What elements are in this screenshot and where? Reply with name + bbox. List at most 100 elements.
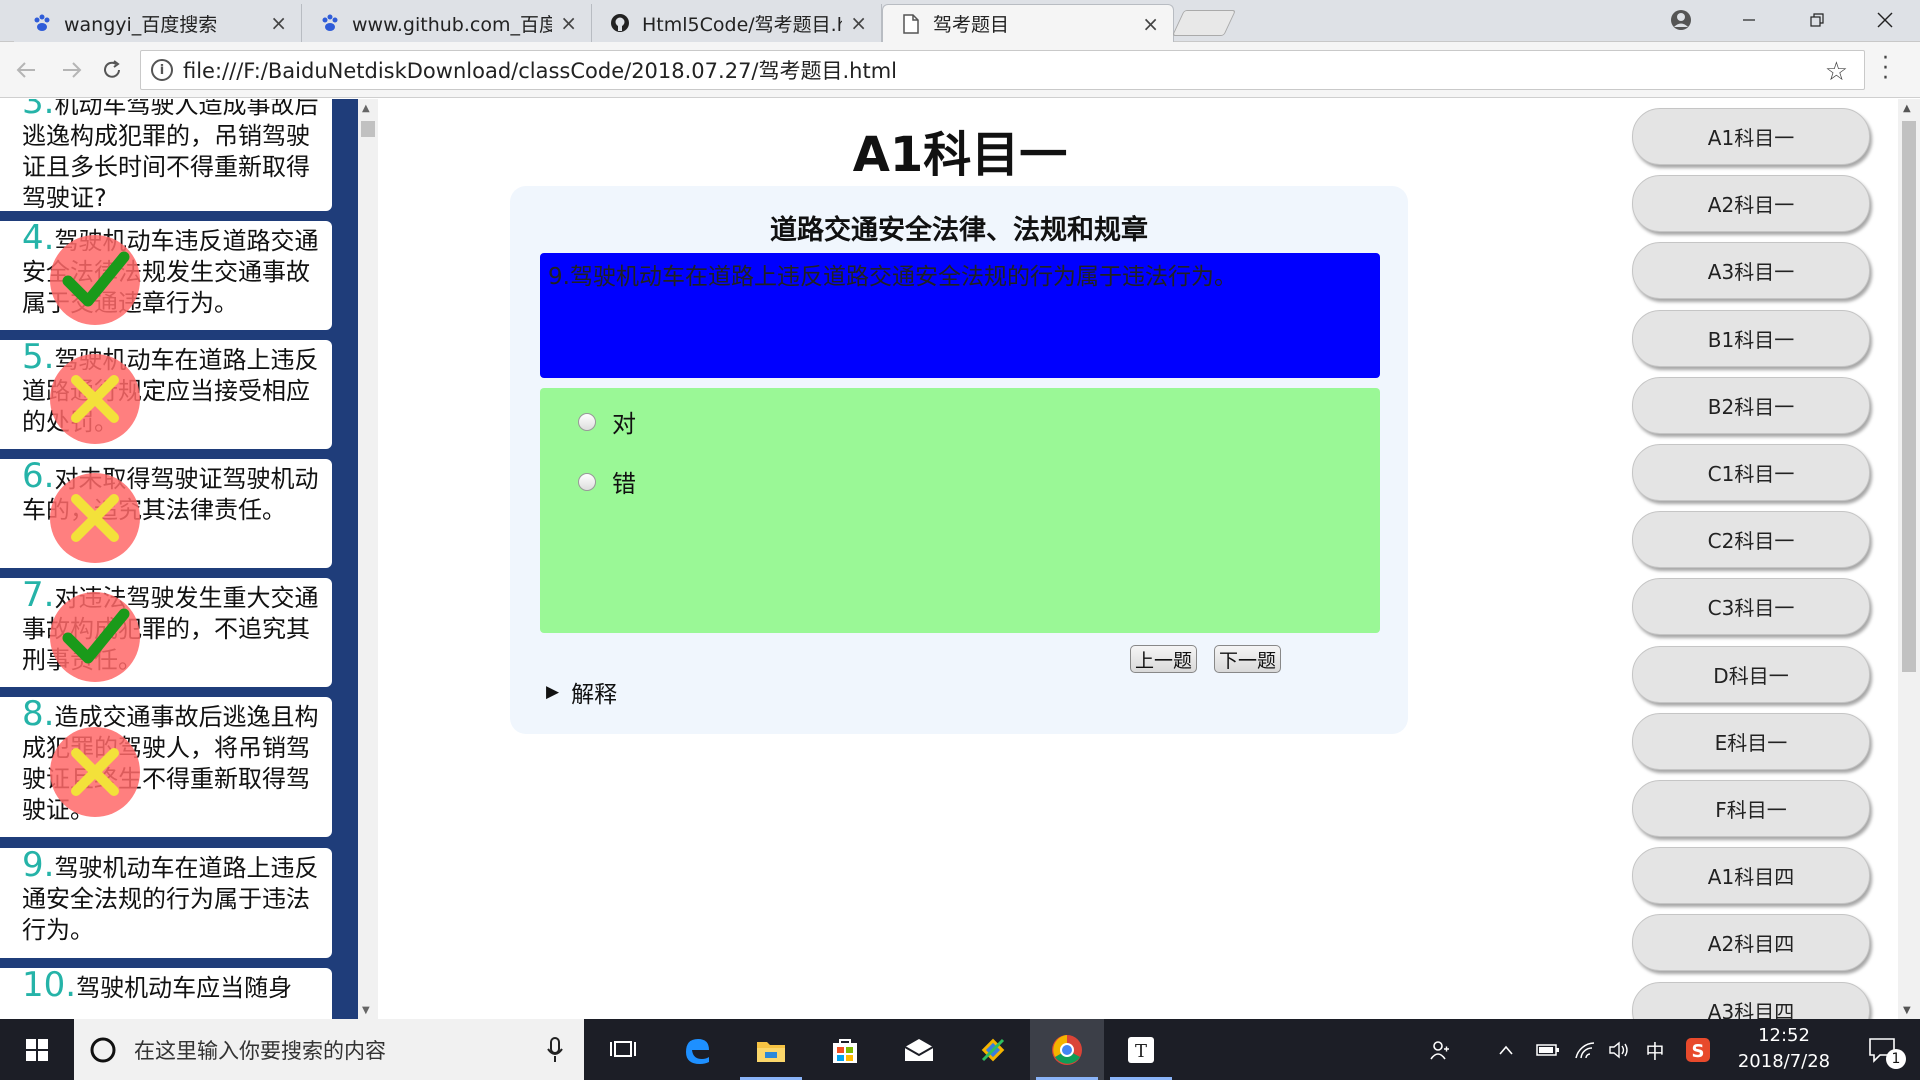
wifi-icon[interactable]: [1568, 1019, 1602, 1080]
chevron-up-icon[interactable]: [1490, 1019, 1522, 1080]
close-tab-icon[interactable]: ×: [850, 11, 867, 35]
option-label: 错: [612, 470, 636, 498]
volume-icon[interactable]: [1602, 1019, 1636, 1080]
category-button[interactable]: B1科目一: [1632, 310, 1870, 367]
reload-icon[interactable]: [94, 52, 130, 88]
notification-count-badge: 1: [1886, 1049, 1906, 1069]
category-button[interactable]: E科目一: [1632, 713, 1870, 770]
prev-question-button[interactable]: 上一题: [1130, 645, 1198, 673]
close-tab-icon[interactable]: ×: [1142, 12, 1159, 36]
browser-menu-icon[interactable]: · · ·: [1882, 48, 1889, 90]
tab-github-search[interactable]: www.github.com_百度搜 ×: [302, 4, 592, 42]
category-button[interactable]: A3科目四: [1632, 982, 1870, 1019]
baidu-paw-icon: [320, 13, 340, 33]
edge-browser-icon[interactable]: [660, 1019, 734, 1080]
option-false[interactable]: 错: [578, 464, 636, 499]
scrollbar-thumb[interactable]: [361, 121, 375, 137]
cortana-circle-icon: [90, 1037, 116, 1062]
forward-arrow-icon[interactable]: [54, 52, 90, 88]
category-button[interactable]: A1科目四: [1632, 847, 1870, 904]
url-text: file:///F:/BaiduNetdiskDownload/classCod…: [183, 59, 898, 83]
category-button[interactable]: F科目一: [1632, 780, 1870, 837]
answer-options: 对 错: [540, 388, 1380, 633]
notification-center-icon[interactable]: 1: [1852, 1019, 1912, 1080]
question-list-item[interactable]: 10.驾驶机动车应当随身: [0, 968, 332, 1019]
bookmark-star-icon[interactable]: ☆: [1825, 57, 1848, 87]
question-list-item[interactable]: 4.驾驶机动车违反道路交通安全法律法规发生交通事故属于交通违章行为。: [0, 221, 332, 330]
category-button[interactable]: A2科目一: [1632, 175, 1870, 232]
close-tab-icon[interactable]: ×: [270, 11, 287, 35]
category-button[interactable]: A1科目一: [1632, 108, 1870, 165]
category-button[interactable]: B2科目一: [1632, 377, 1870, 434]
question-list-panel: 3.机动车驾驶人造成事故后逃逸构成犯罪的，吊销驾驶证且多长时间不得重新取得驾驶证…: [0, 99, 358, 1019]
profile-icon[interactable]: [1646, 0, 1716, 40]
question-list-item[interactable]: 3.机动车驾驶人造成事故后逃逸构成犯罪的，吊销驾驶证且多长时间不得重新取得驾驶证…: [0, 99, 332, 212]
microphone-icon[interactable]: [546, 1036, 564, 1063]
tab-title: www.github.com_百度搜: [352, 13, 553, 36]
radio-button[interactable]: [578, 412, 596, 431]
tab-github-repo[interactable]: Html5Code/驾考题目.ht ×: [592, 4, 882, 42]
tab-title: 驾考题目: [933, 14, 1010, 36]
page-title: A1科目一: [852, 127, 1068, 183]
question-number: 10.: [22, 965, 77, 1005]
scroll-down-arrow-icon[interactable]: ▼: [362, 1005, 370, 1016]
tab-wangyi-search[interactable]: wangyi_百度搜索 ×: [14, 4, 302, 42]
question-list-item[interactable]: 9.驾驶机动车在道路上违反通安全法规的行为属于违法行为。: [0, 848, 332, 958]
restore-icon[interactable]: [1782, 0, 1852, 40]
next-question-button[interactable]: 下一题: [1214, 645, 1282, 673]
scrollbar-thumb[interactable]: [1902, 121, 1916, 672]
close-tab-icon[interactable]: ×: [560, 11, 577, 35]
wrong-cross-icon: [50, 354, 140, 444]
radio-button[interactable]: [578, 472, 596, 491]
question-list-item[interactable]: 6.对未取得驾驶证驾驶机动车的，追究其法律责任。: [0, 459, 332, 568]
category-button[interactable]: A2科目四: [1632, 914, 1870, 971]
mail-icon[interactable]: [882, 1019, 956, 1080]
people-icon[interactable]: [1420, 1019, 1460, 1080]
category-button[interactable]: A3科目一: [1632, 242, 1870, 299]
category-button[interactable]: C1科目一: [1632, 444, 1870, 501]
ime-indicator[interactable]: 中: [1638, 1037, 1672, 1064]
typora-icon[interactable]: T: [1104, 1019, 1178, 1080]
scroll-up-arrow-icon[interactable]: ▲: [362, 103, 370, 114]
question-list-item[interactable]: 5.驾驶机动车在道路上违反道路通行规定应当接受相应的处罚。: [0, 340, 332, 449]
question-text: 驾驶机动车在道路上违反通安全法规的行为属于违法行为。: [22, 854, 319, 944]
question-text: 驾驶机动车应当随身: [76, 974, 293, 1002]
question-list-item[interactable]: 8.造成交通事故后逃逸且构成犯罪的驾驶人，将吊销驾驶证且终生不得重新取得驾驶证。: [0, 697, 332, 837]
windows-taskbar: 在这里输入你要搜索的内容 T 中 S 12:52 2018/7/28 1: [0, 1019, 1920, 1080]
tab-jiakao-active[interactable]: 驾考题目 ×: [882, 4, 1174, 42]
question-number: 3.: [22, 99, 55, 122]
scroll-down-arrow-icon[interactable]: ▼: [1903, 1005, 1911, 1016]
scroll-up-arrow-icon[interactable]: ▲: [1903, 103, 1911, 114]
battery-icon[interactable]: [1528, 1019, 1568, 1080]
question-list-item[interactable]: 7.对违法驾驶发生重大交通事故构成犯罪的，不追究其刑事责任。: [0, 578, 332, 687]
close-window-icon[interactable]: [1850, 0, 1920, 40]
page-scrollbar[interactable]: ▲ ▼: [1898, 99, 1920, 1019]
clock-time[interactable]: 12:52: [1724, 1025, 1844, 1046]
minimize-icon[interactable]: [1714, 0, 1784, 40]
option-true[interactable]: 对: [578, 404, 636, 439]
category-button[interactable]: C2科目一: [1632, 511, 1870, 568]
file-explorer-icon[interactable]: [734, 1019, 808, 1080]
option-label: 对: [612, 410, 636, 438]
category-button[interactable]: D科目一: [1632, 646, 1870, 703]
task-view-icon[interactable]: [586, 1019, 660, 1080]
explanation-toggle[interactable]: ▶ 解释: [546, 675, 617, 709]
category-button[interactable]: C3科目一: [1632, 578, 1870, 635]
svg-text:S: S: [1692, 1041, 1705, 1062]
quiz-card: 道路交通安全法律、法规和规章 9.驾驶机动车在道路上违反道路交通安全法规的行为属…: [510, 186, 1408, 734]
colorful-app-icon[interactable]: [956, 1019, 1030, 1080]
store-icon[interactable]: [808, 1019, 882, 1080]
info-icon[interactable]: i: [151, 59, 173, 81]
sogou-input-icon[interactable]: S: [1678, 1019, 1718, 1080]
clock-date[interactable]: 2018/7/28: [1724, 1051, 1844, 1072]
browser-tab-strip: wangyi_百度搜索 × www.github.com_百度搜 × Html5…: [0, 0, 1920, 42]
new-tab-button[interactable]: [1171, 10, 1237, 36]
chrome-icon[interactable]: [1030, 1019, 1104, 1080]
address-bar[interactable]: i file:///F:/BaiduNetdiskDownload/classC…: [140, 50, 1865, 90]
taskbar-search-box[interactable]: 在这里输入你要搜索的内容: [74, 1019, 584, 1080]
question-text-box: 9.驾驶机动车在道路上违反道路交通安全法规的行为属于违法行为。: [540, 253, 1380, 378]
question-list-scrollbar[interactable]: ▲ ▼: [358, 99, 378, 1019]
back-arrow-icon[interactable]: [8, 52, 44, 88]
question-number: 9.: [22, 845, 55, 885]
windows-start-icon[interactable]: [0, 1019, 74, 1080]
